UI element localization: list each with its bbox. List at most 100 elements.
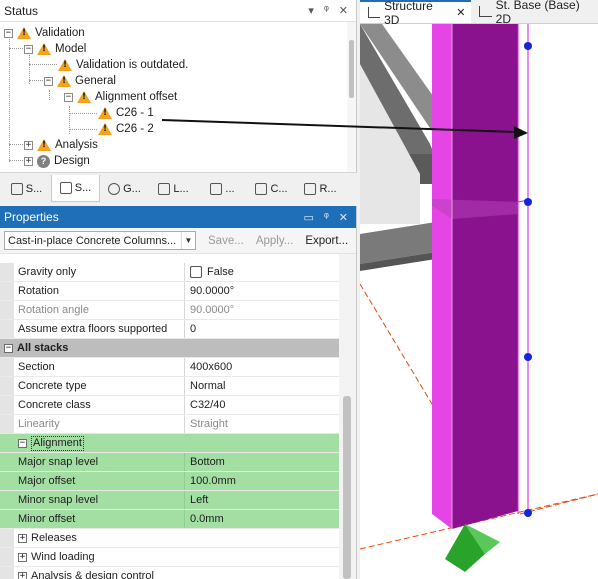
tree-item-analysis[interactable]: + Analysis xyxy=(24,137,98,153)
warning-icon xyxy=(37,43,51,55)
structure-3d-viewport[interactable] xyxy=(360,24,598,579)
property-name: Major snap level xyxy=(14,453,185,471)
tree-item-general[interactable]: − General xyxy=(44,73,116,89)
tab-st-base-2d[interactable]: St. Base (Base) 2D xyxy=(471,0,598,26)
node-handle[interactable] xyxy=(524,198,532,206)
collapse-toggle[interactable]: − xyxy=(64,92,73,102)
subcategory-alignment[interactable]: − Alignment xyxy=(0,434,339,453)
tab-levels[interactable]: ... xyxy=(198,175,247,202)
expand-toggle[interactable]: + xyxy=(24,140,33,150)
status-scrollbar[interactable] xyxy=(347,22,356,172)
group-label: Releases xyxy=(31,531,77,544)
property-row-concrete-type[interactable]: Concrete type Normal xyxy=(0,377,339,396)
pin-icon[interactable]: ᵠ xyxy=(324,211,329,224)
tab-label: R... xyxy=(319,182,337,195)
group-wind-loading[interactable]: + Wind loading xyxy=(0,548,339,567)
expand-toggle[interactable]: + xyxy=(18,552,27,562)
property-value[interactable]: 100.0mm xyxy=(185,472,339,490)
close-icon[interactable]: ✕ xyxy=(339,211,348,224)
pin-icon[interactable]: ᵠ xyxy=(324,4,329,17)
tab-label: ... xyxy=(225,182,235,195)
object-type-select[interactable]: Cast-in-place Concrete Columns... ▼ xyxy=(4,231,196,250)
properties-toolbar: Cast-in-place Concrete Columns... ▼ Save… xyxy=(0,228,356,254)
tree-item-validation[interactable]: − Validation xyxy=(4,25,85,41)
property-value[interactable]: 0 xyxy=(185,320,339,338)
export-button[interactable]: Export... xyxy=(305,235,348,247)
tab-groups[interactable]: G... xyxy=(100,175,149,202)
expand-toggle[interactable]: + xyxy=(18,571,27,579)
close-icon[interactable]: ✕ xyxy=(456,6,465,19)
property-row-minor-snap-level[interactable]: Minor snap level Left xyxy=(0,491,339,510)
panel-menu-icon[interactable]: ▭ xyxy=(304,211,314,224)
tab-concrete[interactable]: C... xyxy=(247,175,296,202)
property-value[interactable]: Normal xyxy=(185,377,339,395)
node-handle[interactable] xyxy=(524,353,532,361)
tree-item-label: Design xyxy=(54,155,90,167)
group-analysis-design-control[interactable]: + Analysis & design control xyxy=(0,567,339,579)
tree-item-c26-2[interactable]: C26 - 2 xyxy=(98,121,154,137)
property-row-major-offset[interactable]: Major offset 100.0mm xyxy=(0,472,339,491)
node-handle[interactable] xyxy=(524,42,532,50)
tab-structure-3d[interactable]: Structure 3D ✕ xyxy=(360,0,472,27)
category-all-stacks[interactable]: − All stacks xyxy=(0,339,339,358)
property-value[interactable]: 90.0000° xyxy=(185,282,339,300)
scrollbar-thumb[interactable] xyxy=(343,396,351,579)
chevron-down-icon[interactable]: ▼ xyxy=(181,232,195,249)
property-value: 90.0000° xyxy=(190,304,235,316)
status-panel-title: Status xyxy=(4,3,39,18)
collapse-toggle[interactable]: − xyxy=(4,343,13,353)
property-name: Rotation angle xyxy=(14,301,185,319)
apply-button[interactable]: Apply... xyxy=(256,235,294,247)
property-value[interactable]: 400x600 xyxy=(185,358,339,376)
tree-item-label: Validation xyxy=(35,27,85,39)
group-releases[interactable]: + Releases xyxy=(0,529,339,548)
property-row-minor-offset[interactable]: Minor offset 0.0mm xyxy=(0,510,339,529)
save-button[interactable]: Save... xyxy=(208,235,244,247)
property-value[interactable]: Left xyxy=(185,491,339,509)
status-tree: − Validation − Model Validation is outda… xyxy=(0,22,346,170)
collapse-toggle[interactable]: − xyxy=(4,28,13,38)
property-row-rotation-angle: Rotation angle 90.0000° xyxy=(0,301,339,320)
property-row-major-snap-level[interactable]: Major snap level Bottom xyxy=(0,453,339,472)
node-handle[interactable] xyxy=(524,509,532,517)
tab-reports[interactable]: R... xyxy=(296,175,345,202)
expand-toggle[interactable]: + xyxy=(24,156,33,166)
question-icon: ? xyxy=(37,154,50,168)
tree-item-model[interactable]: − Model xyxy=(24,41,86,57)
property-value[interactable]: Bottom xyxy=(185,453,339,471)
property-row-concrete-class[interactable]: Concrete class C32/40 xyxy=(0,396,339,415)
property-value: Straight xyxy=(190,418,228,430)
tab-label: S... xyxy=(74,182,92,194)
tab-label: G... xyxy=(123,182,141,195)
status-panel-header: Status ▾ ᵠ ✕ xyxy=(0,0,356,22)
tree-item-design[interactable]: + ? Design xyxy=(24,153,90,169)
gravity-only-checkbox[interactable] xyxy=(190,266,202,278)
tab-structure[interactable]: S... xyxy=(2,175,51,202)
view-2d-icon xyxy=(479,6,492,17)
collapse-toggle[interactable]: − xyxy=(18,438,27,448)
tree-item-validation-outdated[interactable]: Validation is outdated. xyxy=(58,57,188,73)
properties-scrollbar[interactable] xyxy=(339,254,356,579)
property-row-section[interactable]: Section 400x600 xyxy=(0,358,339,377)
grid-line xyxy=(519,493,598,515)
panel-menu-icon[interactable]: ▾ xyxy=(308,4,314,17)
close-icon[interactable]: ✕ xyxy=(339,4,348,17)
property-value[interactable]: C32/40 xyxy=(185,396,339,414)
property-name: Minor offset xyxy=(14,510,185,528)
tree-item-label: Alignment offset xyxy=(95,91,178,103)
expand-toggle[interactable]: + xyxy=(18,533,27,543)
property-value[interactable]: 0.0mm xyxy=(185,510,339,528)
collapse-toggle[interactable]: − xyxy=(24,44,33,54)
property-row-extra-floors[interactable]: Assume extra floors supported 0 xyxy=(0,320,339,339)
tree-item-alignment-offset[interactable]: − Alignment offset xyxy=(64,89,177,105)
tab-loading[interactable]: L... xyxy=(149,175,198,202)
property-row-rotation[interactable]: Rotation 90.0000° xyxy=(0,282,339,301)
warning-icon xyxy=(77,91,91,103)
collapse-toggle[interactable]: − xyxy=(44,76,53,86)
tab-status[interactable]: S... xyxy=(51,175,100,202)
levels-icon xyxy=(210,182,223,195)
tree-item-c26-1[interactable]: C26 - 1 xyxy=(98,105,154,121)
scrollbar-thumb[interactable] xyxy=(349,40,354,98)
property-row-gravity-only[interactable]: Gravity only False xyxy=(0,263,339,282)
property-name: Gravity only xyxy=(14,263,185,281)
